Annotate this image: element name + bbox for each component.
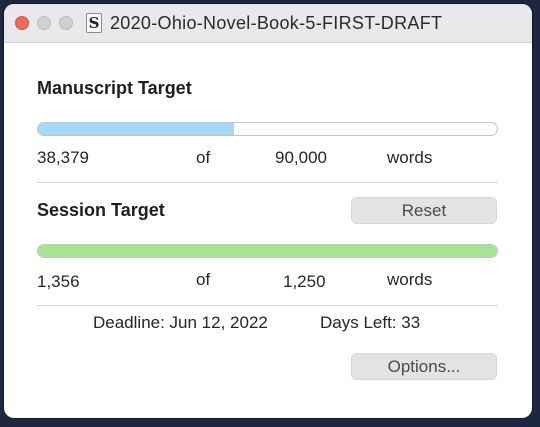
window-title: 2020-Ohio-Novel-Book-5-FIRST-DRAFT <box>110 13 443 33</box>
session-of-label: of <box>196 270 211 289</box>
manuscript-progress-fill <box>38 123 234 135</box>
manuscript-progress-bar <box>37 122 498 136</box>
document-icon-letter: S <box>88 14 100 32</box>
reset-button[interactable]: Reset <box>351 197 497 224</box>
session-target-heading: Session Target <box>37 200 165 220</box>
session-progress-bar <box>37 244 498 258</box>
manuscript-target-heading: Manuscript Target <box>37 78 192 98</box>
days-left-text: Days Left: 33 <box>320 313 421 332</box>
title-bar[interactable]: S 2020-Ohio-Novel-Book-5-FIRST-DRAFT <box>4 4 532 43</box>
targets-window: S 2020-Ohio-Novel-Book-5-FIRST-DRAFT Man… <box>4 4 532 418</box>
footer-divider <box>37 305 498 306</box>
manuscript-target-words[interactable]: 90,000 <box>275 148 327 168</box>
options-button[interactable]: Options... <box>351 353 497 380</box>
manuscript-unit-label[interactable]: words <box>387 148 432 168</box>
session-unit-label[interactable]: words <box>387 270 432 290</box>
close-window-button[interactable] <box>15 16 29 30</box>
manuscript-current-words: 38,379 <box>37 148 89 167</box>
session-target-words[interactable]: 1,250 <box>283 272 326 292</box>
session-current-words: 1,356 <box>37 272 80 291</box>
manuscript-of-label: of <box>196 148 211 167</box>
zoom-window-button[interactable] <box>59 16 73 30</box>
deadline-text: Deadline: Jun 12, 2022 <box>93 313 268 332</box>
section-divider <box>37 182 498 183</box>
scrivener-document-icon[interactable]: S <box>86 13 102 33</box>
minimize-window-button[interactable] <box>37 16 51 30</box>
session-progress-fill <box>38 245 497 257</box>
